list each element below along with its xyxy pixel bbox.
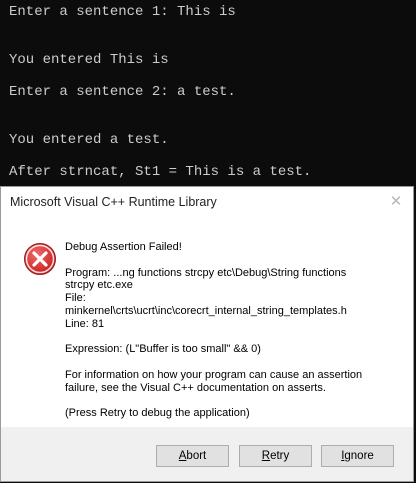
retry-button[interactable]: Retry bbox=[239, 445, 312, 467]
file-path: minkernel\crts\ucrt\inc\corecrt_internal… bbox=[65, 304, 347, 317]
console-window: Enter a sentence 1: This is You entered … bbox=[0, 0, 416, 190]
retry-hint: (Press Retry to debug the application) bbox=[65, 407, 250, 420]
console-line-2: You entered This is bbox=[9, 52, 169, 68]
assertion-heading: Debug Assertion Failed! bbox=[65, 241, 182, 253]
console-line-3: Enter a sentence 2: a test. bbox=[9, 84, 236, 100]
dialog-content: Debug Assertion Failed! Program: ...ng f… bbox=[1, 219, 413, 427]
console-line-5: After strncat, St1 = This is a test. bbox=[9, 164, 312, 180]
program-name: strcpy etc.exe bbox=[65, 279, 133, 292]
retry-label: etry bbox=[270, 450, 290, 462]
dialog-message: Debug Assertion Failed! Program: ...ng f… bbox=[65, 241, 405, 433]
error-icon bbox=[24, 243, 56, 275]
console-line-1: Enter a sentence 1: This is bbox=[9, 4, 236, 20]
abort-button[interactable]: Abort bbox=[156, 445, 229, 467]
file-label: File: bbox=[65, 292, 86, 305]
line-number: Line: 81 bbox=[65, 317, 105, 330]
retry-accelerator: R bbox=[261, 450, 271, 462]
ignore-label: gnore bbox=[344, 450, 374, 462]
assertion-dialog: Microsoft Visual C++ Runtime Library ✕ D… bbox=[0, 186, 414, 482]
ignore-button[interactable]: Ignore bbox=[321, 445, 394, 467]
dialog-titlebar[interactable]: Microsoft Visual C++ Runtime Library ✕ bbox=[1, 187, 413, 219]
dialog-footer: Abort Retry Ignore bbox=[1, 427, 413, 481]
info-text-2: failure, see the Visual C++ documentatio… bbox=[65, 381, 326, 394]
info-text-1: For information on how your program can … bbox=[65, 368, 363, 381]
dialog-title: Microsoft Visual C++ Runtime Library bbox=[10, 195, 217, 209]
abort-label: bort bbox=[186, 450, 207, 462]
program-label: Program: ...ng functions strcpy etc\Debu… bbox=[65, 266, 347, 279]
console-line-4: You entered a test. bbox=[9, 132, 169, 148]
expression-text: Expression: (L"Buffer is too small" && 0… bbox=[65, 343, 261, 356]
close-icon[interactable]: ✕ bbox=[387, 193, 405, 211]
